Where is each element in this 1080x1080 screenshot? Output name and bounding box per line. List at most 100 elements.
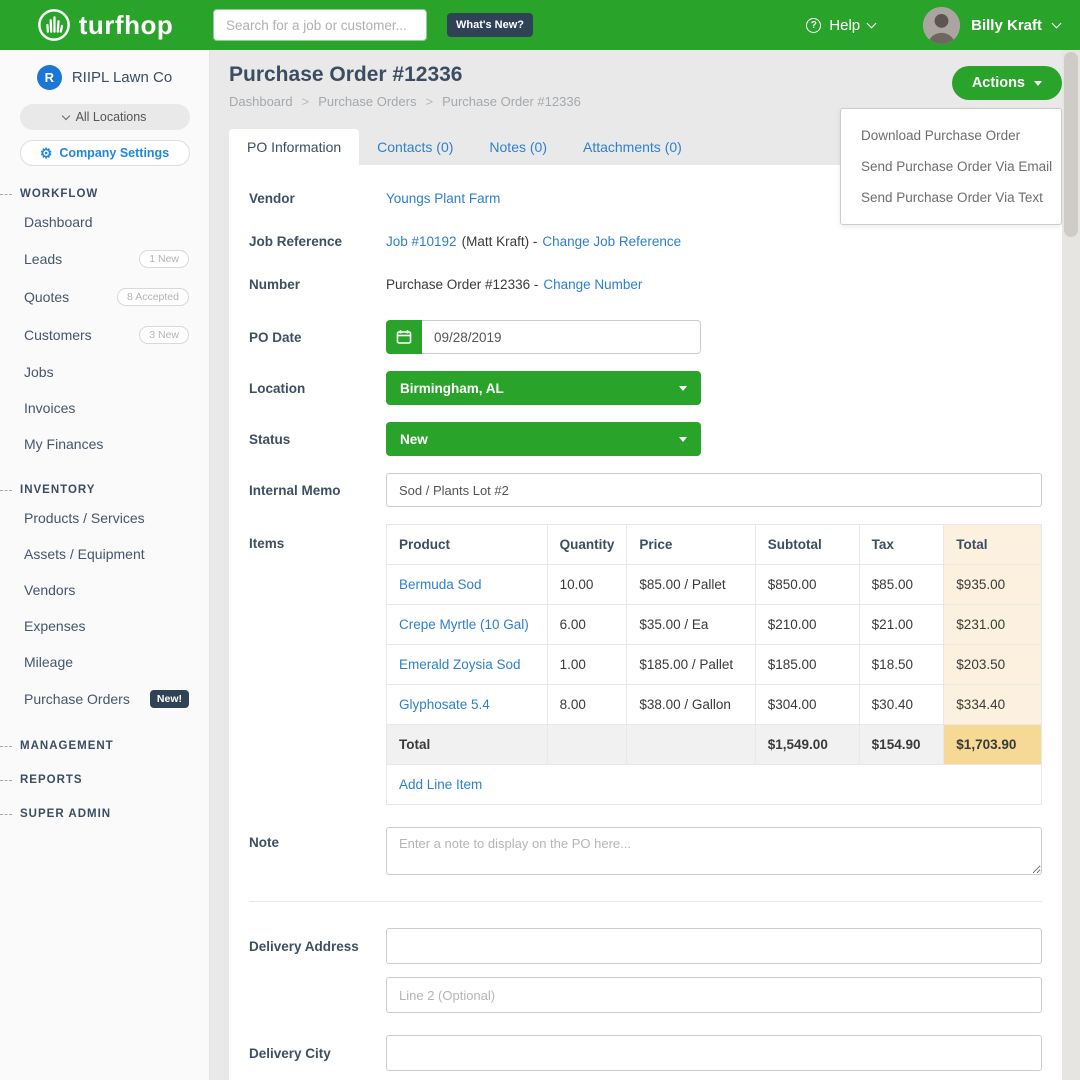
product-link[interactable]: Crepe Myrtle (10 Gal) [399, 617, 529, 632]
price-cell: $185.00 / Pallet [627, 645, 755, 685]
sidebar-item-customers[interactable]: Customers 3 New [0, 316, 209, 354]
top-navbar: turfhop What's New? Help Billy Kraft [0, 0, 1080, 50]
tab-notes[interactable]: Notes (0) [471, 129, 565, 165]
breadcrumb-separator [425, 94, 433, 109]
total-tax: $154.90 [859, 725, 944, 765]
note-label: Note [249, 827, 386, 850]
turfhop-grass-icon [37, 8, 71, 42]
scrollbar-thumb[interactable] [1064, 52, 1078, 237]
job-link[interactable]: Job #10192 [386, 234, 457, 249]
subtotal-cell: $304.00 [755, 685, 859, 725]
sidebar-item-jobs[interactable]: Jobs [0, 354, 209, 390]
grand-total: $1,703.90 [944, 725, 1042, 765]
delivery-city-label: Delivery City [249, 1046, 386, 1061]
tab-po-information[interactable]: PO Information [229, 129, 359, 165]
quantity-cell: 1.00 [547, 645, 627, 685]
sidebar-item-dashboard[interactable]: Dashboard [0, 204, 209, 240]
vendor-label: Vendor [249, 191, 386, 206]
all-locations-dropdown[interactable]: All Locations [20, 104, 190, 130]
user-menu[interactable]: Billy Kraft [923, 7, 1060, 44]
avatar [923, 7, 960, 44]
menu-item-send-po-email[interactable]: Send Purchase Order Via Email [841, 151, 1061, 182]
menu-item-download-po[interactable]: Download Purchase Order [841, 120, 1061, 151]
help-label: Help [829, 17, 860, 34]
add-line-item-link[interactable]: Add Line Item [399, 777, 482, 792]
sidebar-item-purchase-orders[interactable]: Purchase Orders New! [0, 680, 209, 718]
section-super-admin[interactable]: SUPER ADMIN [0, 808, 209, 820]
location-label: Location [249, 381, 386, 396]
brand-name: turfhop [79, 10, 173, 41]
po-date-input[interactable] [422, 320, 701, 354]
header-quantity: Quantity [547, 525, 627, 565]
sidebar-item-products-services[interactable]: Products / Services [0, 500, 209, 536]
sidebar-item-vendors[interactable]: Vendors [0, 572, 209, 608]
quantity-cell: 8.00 [547, 685, 627, 725]
delivery-address-input[interactable] [386, 928, 1042, 964]
whats-new-button[interactable]: What's New? [447, 13, 533, 37]
sidebar-item-assets-equipment[interactable]: Assets / Equipment [0, 536, 209, 572]
total-cell: $935.00 [944, 565, 1042, 605]
sidebar-item-leads[interactable]: Leads 1 New [0, 240, 209, 278]
delivery-address-line2-input[interactable] [386, 977, 1042, 1013]
status-select[interactable]: New [386, 422, 701, 456]
location-select[interactable]: Birmingham, AL [386, 371, 701, 405]
tax-cell: $85.00 [859, 565, 944, 605]
caret-down-icon [679, 386, 687, 391]
brand-logo[interactable]: turfhop [0, 8, 210, 42]
tax-cell: $21.00 [859, 605, 944, 645]
table-row: Bermuda Sod 10.00 $85.00 / Pallet $850.0… [387, 565, 1042, 605]
delivery-city-input[interactable] [386, 1035, 1042, 1071]
menu-item-send-po-text[interactable]: Send Purchase Order Via Text [841, 182, 1061, 213]
scrollbar[interactable] [1062, 50, 1080, 1080]
sidebar-item-expenses[interactable]: Expenses [0, 608, 209, 644]
help-menu[interactable]: Help [806, 17, 875, 34]
po-number-text: Purchase Order #12336 - [386, 277, 538, 292]
product-link[interactable]: Glyphosate 5.4 [399, 697, 490, 712]
main-content: Purchase Order #12336 Dashboard Purchase… [211, 50, 1062, 1080]
tax-cell: $18.50 [859, 645, 944, 685]
sidebar-item-quotes[interactable]: Quotes 8 Accepted [0, 278, 209, 316]
breadcrumb-dashboard[interactable]: Dashboard [229, 94, 293, 109]
tab-contacts[interactable]: Contacts (0) [359, 129, 471, 165]
table-row: Glyphosate 5.4 8.00 $38.00 / Gallon $304… [387, 685, 1042, 725]
section-reports[interactable]: REPORTS [0, 774, 209, 786]
total-row-label: Total [387, 725, 548, 765]
customers-badge: 3 New [139, 326, 189, 344]
breadcrumb-purchase-orders[interactable]: Purchase Orders [318, 94, 416, 109]
tab-attachments[interactable]: Attachments (0) [565, 129, 700, 165]
price-cell: $35.00 / Ea [627, 605, 755, 645]
internal-memo-input[interactable] [386, 473, 1042, 507]
price-cell: $85.00 / Pallet [627, 565, 755, 605]
company-selector[interactable]: R RIIPL Lawn Co [0, 65, 209, 90]
company-settings-button[interactable]: Company Settings [20, 140, 190, 166]
vendor-link[interactable]: Youngs Plant Farm [386, 191, 500, 206]
header-subtotal: Subtotal [755, 525, 859, 565]
change-number-link[interactable]: Change Number [543, 277, 642, 292]
number-label: Number [249, 277, 386, 292]
job-reference-label: Job Reference [249, 234, 386, 249]
user-name: Billy Kraft [971, 17, 1042, 34]
header-tax: Tax [859, 525, 944, 565]
sidebar-item-mileage[interactable]: Mileage [0, 644, 209, 680]
change-job-reference-link[interactable]: Change Job Reference [542, 234, 681, 249]
calendar-icon[interactable] [386, 320, 422, 354]
section-management[interactable]: MANAGEMENT [0, 740, 209, 752]
total-subtotal: $1,549.00 [755, 725, 859, 765]
search-input[interactable] [213, 9, 427, 41]
sidebar-item-my-finances[interactable]: My Finances [0, 426, 209, 462]
status-label: Status [249, 432, 386, 447]
help-icon [806, 18, 821, 33]
actions-button[interactable]: Actions [952, 66, 1062, 100]
sidebar-item-invoices[interactable]: Invoices [0, 390, 209, 426]
price-cell: $38.00 / Gallon [627, 685, 755, 725]
quantity-cell: 6.00 [547, 605, 627, 645]
po-date-label: PO Date [249, 330, 386, 345]
gear-icon [40, 145, 53, 162]
chevron-down-icon [867, 18, 877, 28]
table-row: Crepe Myrtle (10 Gal) 6.00 $35.00 / Ea $… [387, 605, 1042, 645]
note-textarea[interactable] [386, 827, 1042, 875]
product-link[interactable]: Emerald Zoysia Sod [399, 657, 521, 672]
product-link[interactable]: Bermuda Sod [399, 577, 482, 592]
section-workflow: WORKFLOW [0, 188, 209, 200]
caret-down-icon [1034, 81, 1042, 86]
